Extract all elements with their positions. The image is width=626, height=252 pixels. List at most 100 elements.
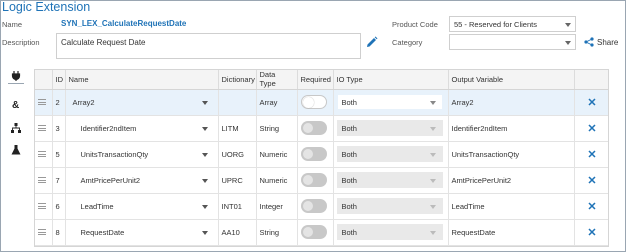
drag-handle-icon bbox=[38, 202, 46, 209]
chevron-down-icon bbox=[429, 153, 436, 157]
page-title: Logic Extension bbox=[2, 0, 91, 14]
data-type: String bbox=[256, 115, 298, 142]
variable-name: Identifier2ndItem bbox=[80, 123, 137, 133]
table-row[interactable]: 3 Identifier2ndItem LITM String Both Identifi… bbox=[35, 115, 608, 142]
drag-handle[interactable] bbox=[35, 219, 53, 246]
io-type-cell: Both bbox=[333, 193, 449, 220]
variable-name: RequestDate bbox=[80, 227, 125, 237]
drag-handle[interactable] bbox=[35, 141, 53, 168]
flask-icon bbox=[11, 145, 21, 155]
name-label: Name bbox=[2, 20, 23, 29]
required-cell bbox=[297, 89, 334, 116]
name-select[interactable]: RequestDate bbox=[65, 219, 219, 246]
output-variable: RequestDate bbox=[448, 219, 575, 246]
variable-name: Array2 bbox=[72, 97, 95, 107]
toolbar-test-button[interactable] bbox=[8, 142, 24, 158]
required-toggle bbox=[300, 225, 327, 239]
chevron-down-icon bbox=[429, 205, 436, 209]
name-select[interactable]: LeadTime bbox=[65, 193, 219, 220]
name-select[interactable]: Array2 bbox=[65, 89, 219, 116]
header-grip bbox=[35, 70, 53, 90]
drag-handle[interactable] bbox=[35, 115, 53, 142]
toolbar-hierarchy-button[interactable] bbox=[8, 120, 24, 136]
hierarchy-icon bbox=[11, 123, 21, 133]
table-row[interactable]: 7 AmtPricePerUnit2 UPRC Numeric Both AmtPrice… bbox=[35, 167, 608, 194]
delete-button[interactable]: ✕ bbox=[574, 193, 608, 220]
chevron-down-icon bbox=[201, 152, 208, 157]
chevron-down-icon bbox=[201, 126, 208, 131]
pencil-icon[interactable] bbox=[366, 36, 378, 48]
required-cell bbox=[297, 219, 334, 246]
product-code-label: Product Code bbox=[392, 20, 438, 29]
io-type-cell: Both bbox=[333, 141, 449, 168]
share-button[interactable]: Share bbox=[584, 37, 618, 47]
drag-handle[interactable] bbox=[35, 89, 53, 116]
table-row[interactable]: 2 Array2 Array Both Array2 ✕ bbox=[35, 89, 608, 116]
toolbar-ampersand-button[interactable]: & bbox=[8, 96, 24, 112]
drag-handle[interactable] bbox=[35, 167, 53, 194]
category-select[interactable] bbox=[449, 34, 576, 50]
output-variable: UnitsTransactionQty bbox=[448, 141, 575, 168]
table-row[interactable]: 5 UnitsTransactionQty UORG Numeric Both Units… bbox=[35, 141, 608, 168]
header-required[interactable]: Required bbox=[297, 70, 334, 90]
close-icon: ✕ bbox=[587, 148, 597, 161]
category-label: Category bbox=[392, 38, 423, 47]
variable-name: LeadTime bbox=[80, 201, 114, 211]
required-cell bbox=[297, 115, 334, 142]
close-icon: ✕ bbox=[587, 122, 597, 135]
delete-button[interactable]: ✕ bbox=[574, 219, 608, 246]
required-cell bbox=[297, 141, 334, 168]
drag-handle-icon bbox=[38, 228, 46, 235]
name-select[interactable]: Identifier2ndItem bbox=[65, 115, 219, 142]
product-code-select[interactable]: 55 - Reserved for Clients bbox=[449, 16, 576, 32]
required-toggle bbox=[300, 147, 327, 161]
chevron-down-icon bbox=[565, 41, 571, 45]
io-type-select: Both bbox=[336, 146, 443, 162]
table-row[interactable]: 6 LeadTime INT01 Integer Both LeadTime ✕ bbox=[35, 193, 608, 220]
output-variable: LeadTime bbox=[448, 193, 575, 220]
header-dictionary[interactable]: Dictionary bbox=[218, 70, 257, 90]
header-id[interactable]: ID bbox=[52, 70, 66, 90]
delete-button[interactable]: ✕ bbox=[574, 141, 608, 168]
data-type: Numeric bbox=[256, 141, 298, 168]
description-field[interactable]: Calculate Request Date bbox=[56, 33, 361, 59]
header-actions bbox=[574, 70, 608, 90]
header-data-type[interactable]: Data Type bbox=[256, 70, 298, 90]
data-type: Numeric bbox=[256, 167, 298, 194]
delete-button[interactable]: ✕ bbox=[574, 115, 608, 142]
table-row[interactable]: 8 RequestDate AA10 String Both RequestDate ✕ bbox=[35, 219, 608, 246]
table-header-row: ID Name Dictionary Data Type Required IO… bbox=[35, 70, 608, 90]
variable-name: AmtPricePerUnit2 bbox=[80, 175, 141, 185]
variable-name: UnitsTransactionQty bbox=[80, 149, 149, 159]
io-type-select: Both bbox=[336, 224, 443, 240]
toolbar-inputs-button[interactable] bbox=[8, 68, 24, 84]
delete-button[interactable]: ✕ bbox=[574, 167, 608, 194]
product-code-value: 55 - Reserved for Clients bbox=[454, 20, 537, 29]
drag-handle-icon bbox=[38, 124, 46, 131]
io-type-select[interactable]: Both bbox=[336, 94, 443, 110]
header-io-type[interactable]: IO Type bbox=[333, 70, 449, 90]
row-id: 5 bbox=[52, 141, 66, 168]
drag-handle[interactable] bbox=[35, 193, 53, 220]
required-cell bbox=[297, 193, 334, 220]
name-select[interactable]: UnitsTransactionQty bbox=[65, 141, 219, 168]
share-label: Share bbox=[597, 37, 619, 47]
name-select[interactable]: AmtPricePerUnit2 bbox=[65, 167, 219, 194]
chevron-down-icon bbox=[201, 178, 208, 183]
header-name[interactable]: Name bbox=[65, 70, 219, 90]
description-label: Description bbox=[2, 38, 40, 47]
dictionary: INT01 bbox=[218, 193, 257, 220]
io-type-cell: Both bbox=[333, 219, 449, 246]
delete-button[interactable]: ✕ bbox=[574, 89, 608, 116]
drag-handle-icon bbox=[38, 150, 46, 157]
output-variable: Array2 bbox=[448, 89, 575, 116]
chevron-down-icon bbox=[201, 100, 208, 105]
dictionary: LITM bbox=[218, 115, 257, 142]
required-toggle bbox=[300, 173, 327, 187]
header-output-variable[interactable]: Output Variable bbox=[448, 70, 575, 90]
dictionary bbox=[218, 89, 257, 116]
dictionary: AA10 bbox=[218, 219, 257, 246]
required-toggle[interactable] bbox=[300, 95, 327, 109]
io-type-value: Both bbox=[341, 98, 357, 107]
dictionary: UORG bbox=[218, 141, 257, 168]
